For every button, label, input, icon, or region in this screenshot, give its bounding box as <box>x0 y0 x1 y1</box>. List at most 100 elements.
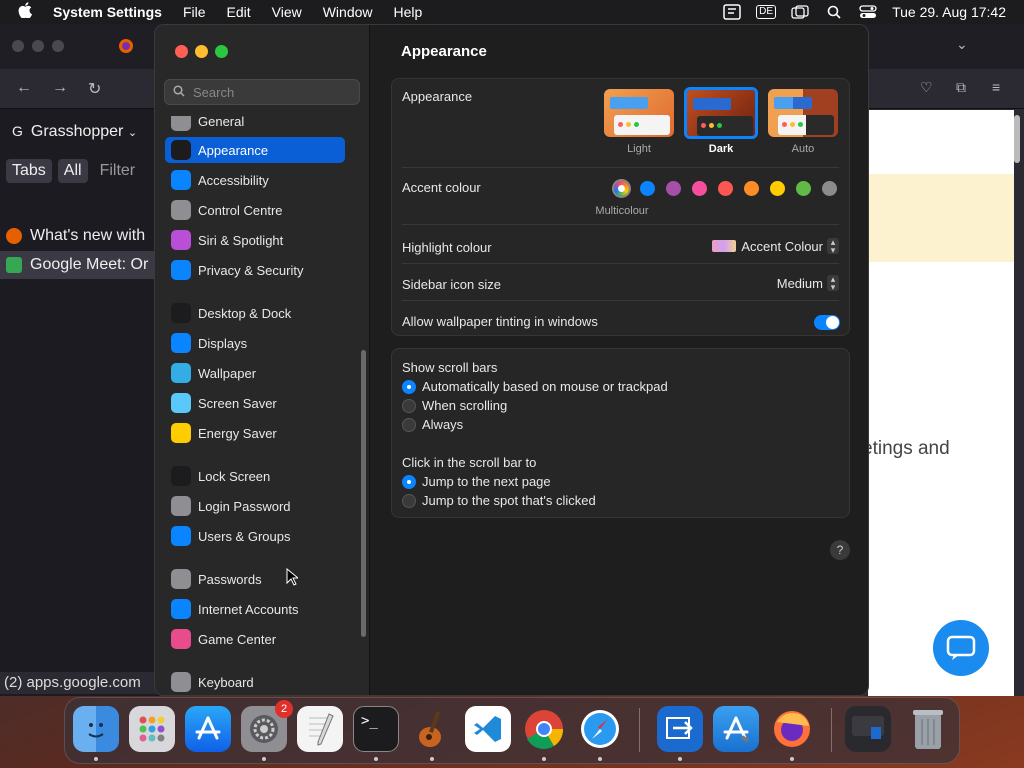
system-settings-icon[interactable]: 2 <box>241 700 293 752</box>
appearance-light-option[interactable] <box>604 89 674 137</box>
chrome-icon[interactable] <box>521 706 567 752</box>
textedit-icon[interactable] <box>297 706 343 752</box>
accent-colour-swatch[interactable] <box>822 181 837 196</box>
close-button[interactable] <box>175 45 188 58</box>
wallpaper-tinting-toggle[interactable] <box>814 315 840 330</box>
extensions-icon[interactable]: ⧉ <box>956 79 966 96</box>
control-centre-icon[interactable] <box>858 4 878 20</box>
menu-clock[interactable]: Tue 29. Aug 17:42 <box>892 4 1006 20</box>
xcode-tools-icon[interactable] <box>713 706 759 752</box>
page-scrollbar[interactable] <box>1014 115 1020 163</box>
accent-colour-swatch[interactable] <box>796 181 811 196</box>
vscode-icon[interactable] <box>465 706 511 752</box>
search-input[interactable]: Search <box>164 79 360 105</box>
browser-close-button[interactable] <box>12 40 24 52</box>
sidebar-item-general[interactable]: General <box>165 116 345 134</box>
jump-next-page-label[interactable]: Jump to the next page <box>422 474 551 489</box>
pocket-icon[interactable]: ♡ <box>920 79 933 96</box>
finder-icon[interactable] <box>73 706 119 752</box>
jump-to-spot-radio[interactable] <box>402 494 416 508</box>
apple-menu-icon[interactable] <box>18 2 36 22</box>
tab-tabs[interactable]: Tabs <box>6 159 52 183</box>
appearance-auto-option[interactable] <box>768 89 838 137</box>
reload-icon[interactable]: ↻ <box>88 79 101 99</box>
accent-multicolour-swatch[interactable] <box>614 181 629 196</box>
sidebar-item-game-center[interactable]: Game Center <box>165 626 345 652</box>
browser-zoom-button[interactable] <box>52 40 64 52</box>
web-page-content: etings and <box>862 110 1014 696</box>
window-icon[interactable] <box>790 4 810 20</box>
firefox-tab-icon[interactable] <box>118 38 134 59</box>
toggle-knob <box>826 316 839 329</box>
app-store-icon[interactable] <box>185 706 231 752</box>
app-name[interactable]: System Settings <box>53 4 162 20</box>
accent-colour-swatch[interactable] <box>744 181 759 196</box>
menu-hamburger-icon[interactable]: ≡ <box>992 79 1000 95</box>
google-meet-icon <box>6 256 22 273</box>
menu-help[interactable]: Help <box>394 4 423 20</box>
tab-filter[interactable]: Filter <box>94 159 142 183</box>
chat-button[interactable] <box>933 620 989 676</box>
sidebar-item-privacy-security[interactable]: Privacy & Security <box>165 257 345 283</box>
sidebar-item-passwords[interactable]: Passwords <box>165 566 345 592</box>
forward-arrow-icon[interactable]: → <box>52 79 68 97</box>
sidebar-item-siri-spotlight[interactable]: Siri & Spotlight <box>165 227 345 253</box>
browser-minimize-button[interactable] <box>32 40 44 52</box>
sidebar-item-energy-saver[interactable]: Energy Saver <box>165 420 345 446</box>
scroll-bars-always-label[interactable]: Always <box>422 417 463 432</box>
accent-colour-swatch[interactable] <box>770 181 785 196</box>
sidebar-scrollbar[interactable] <box>361 350 366 637</box>
sidebar-item-login-password[interactable]: Login Password <box>165 493 345 519</box>
spotlight-search-icon[interactable] <box>824 4 844 20</box>
jump-to-spot-label[interactable]: Jump to the spot that's clicked <box>422 493 596 508</box>
scroll-bars-when-scrolling-radio[interactable] <box>402 399 416 413</box>
list-item[interactable]: Google Meet: Or <box>0 251 160 279</box>
minimize-button[interactable] <box>195 45 208 58</box>
sidebar-item-appearance[interactable]: Appearance <box>165 137 345 163</box>
trash-icon[interactable] <box>905 706 951 752</box>
menu-view[interactable]: View <box>272 4 302 20</box>
list-item[interactable]: What's new with <box>6 227 145 245</box>
scroll-bars-always-radio[interactable] <box>402 418 416 432</box>
jump-next-page-radio[interactable] <box>402 475 416 489</box>
zoom-button[interactable] <box>215 45 228 58</box>
back-arrow-icon[interactable]: ← <box>16 79 32 97</box>
tab-list-chevron-icon[interactable]: ⌄ <box>956 36 968 53</box>
group-title[interactable]: G Grasshopper ⌄ <box>12 123 137 141</box>
scroll-bars-auto-radio[interactable] <box>402 380 416 394</box>
sidebar-item-desktop-dock[interactable]: Desktop & Dock <box>165 300 345 326</box>
scroll-bars-auto-label[interactable]: Automatically based on mouse or trackpad <box>422 379 668 394</box>
sidebar-item-lock-screen[interactable]: Lock Screen <box>165 463 345 489</box>
firefox-icon[interactable] <box>769 706 815 752</box>
terminal-icon[interactable]: >_ <box>353 706 399 752</box>
menu-file[interactable]: File <box>183 4 206 20</box>
accent-colour-swatch[interactable] <box>718 181 733 196</box>
accent-colour-swatch[interactable] <box>666 181 681 196</box>
tab-all[interactable]: All <box>57 159 88 183</box>
menu-edit[interactable]: Edit <box>227 4 251 20</box>
sidebar-item-control-centre[interactable]: Control Centre <box>165 197 345 223</box>
sidebar-item-keyboard[interactable]: Keyboard <box>165 669 345 695</box>
launchpad-icon[interactable] <box>129 706 175 752</box>
screenshot-icon[interactable] <box>845 706 891 752</box>
accent-colour-swatch[interactable] <box>640 181 655 196</box>
help-button[interactable]: ? <box>830 540 850 560</box>
sidebar-item-wallpaper[interactable]: Wallpaper <box>165 360 345 386</box>
sidebar-item-displays[interactable]: Displays <box>165 330 345 356</box>
safari-icon[interactable] <box>577 706 623 752</box>
accent-colour-swatch[interactable] <box>692 181 707 196</box>
garageband-icon[interactable] <box>409 706 455 752</box>
search-icon <box>173 84 185 100</box>
sidebar-item-accessibility[interactable]: Accessibility <box>165 167 345 193</box>
sidebar-item-users-groups[interactable]: Users & Groups <box>165 523 345 549</box>
appearance-dark-option[interactable] <box>684 87 758 139</box>
sidebar-item-screen-saver[interactable]: Screen Saver <box>165 390 345 416</box>
input-source-icon[interactable]: DE <box>756 4 777 20</box>
sidebar-item-internet-accounts[interactable]: Internet Accounts <box>165 596 345 622</box>
highlight-colour-popup[interactable]: Accent Colour ▴ ▾ <box>712 238 839 255</box>
migration-assistant-icon[interactable] <box>657 706 703 752</box>
menu-window[interactable]: Window <box>323 4 373 20</box>
scroll-bars-when-scrolling-label[interactable]: When scrolling <box>422 398 507 413</box>
screen-mirroring-icon[interactable] <box>722 4 742 20</box>
sidebar-icon-size-popup[interactable]: Medium ▴ ▾ <box>777 275 839 292</box>
